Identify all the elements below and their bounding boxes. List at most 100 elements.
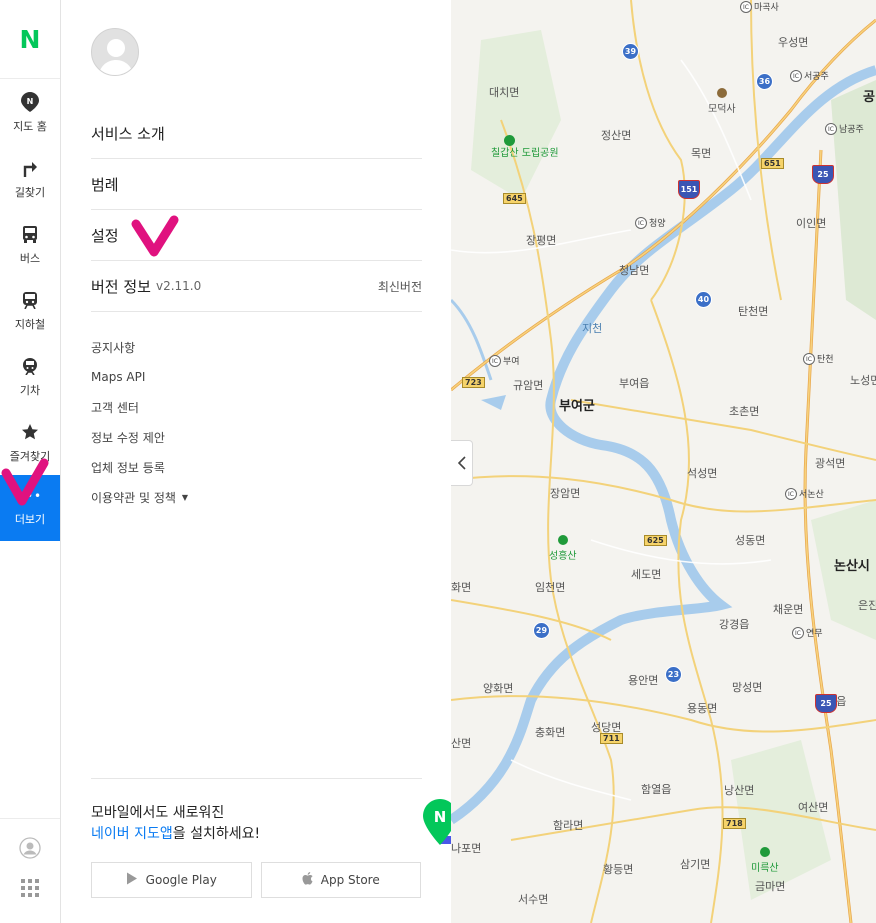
app-store-button[interactable]: App Store (260, 862, 421, 898)
map-label: 노성면 (850, 374, 876, 387)
highway-shield: 25 (812, 165, 834, 184)
map-label: 삼기면 (680, 858, 711, 871)
map-label: 망성면 (732, 681, 763, 694)
google-play-label: Google Play (145, 873, 217, 887)
map-city-label: 공 (863, 90, 875, 105)
map-label: 광석면 (815, 457, 846, 470)
map-label: 성동면 (735, 534, 766, 547)
menu-register-business[interactable]: 업체 정보 등록 (91, 452, 188, 482)
route-shield: 651 (761, 158, 784, 169)
menu-customer-center[interactable]: 고객 센터 (91, 392, 188, 422)
promo-app-link[interactable]: 네이버 지도앱 (91, 826, 173, 842)
menu-legend[interactable]: 범례 (91, 159, 422, 210)
promo-line-1: 모바일에서도 새로워진 (91, 805, 225, 821)
rail-item-label: 기차 (19, 383, 41, 397)
mountain-icon (503, 135, 515, 146)
map-interchange: IC 탄천 (803, 352, 834, 365)
apple-icon (302, 872, 313, 888)
map-label: 화면 (451, 581, 472, 594)
map-label: 황등면 (603, 863, 634, 876)
version-number: v2.11.0 (155, 279, 202, 293)
map-label: 우성면 (778, 36, 809, 49)
menu-settings[interactable]: 설정 (91, 210, 422, 261)
map-interchange: IC 서공주 (790, 69, 829, 82)
map-label-river: 지천 (582, 322, 603, 335)
map-canvas[interactable]: 대치면 정산면 목면 장평면 청남면 이인면 탄천면 규암면 부여읍 초촌면 장… (451, 0, 876, 923)
rail-item-favorites[interactable]: 즐겨찾기 (0, 409, 60, 475)
more-dots-icon: ••• (17, 489, 43, 503)
collapse-panel-button[interactable] (451, 440, 473, 486)
menu-item-label: 서비스 소개 (91, 124, 165, 143)
mountain-icon (759, 847, 770, 857)
menu-terms-policy[interactable]: 이용약관 및 정책 ▼ (91, 482, 188, 512)
map-poi: 칠갑산 도립공원 (491, 135, 559, 160)
subway-icon (19, 289, 41, 311)
menu-item-label: 이용약관 및 정책 (91, 490, 176, 505)
map-label: 양화면 (483, 682, 514, 695)
map-label: 장암면 (550, 487, 581, 500)
train-icon (19, 355, 41, 377)
map-interchange: IC 부여 (489, 354, 520, 367)
apps-grid-icon[interactable] (21, 879, 39, 901)
map-label: 석성면 (687, 467, 718, 480)
avatar[interactable] (91, 28, 139, 76)
route-shield: 711 (600, 733, 623, 744)
promo-line-2-rest: 을 설치하세요! (172, 826, 261, 842)
svg-text:N: N (27, 97, 34, 106)
sub-menu-list: 공지사항 Maps API 고객 센터 정보 수정 제안 업체 정보 등록 이용… (91, 332, 188, 512)
map-poi: 성흥산 (549, 535, 577, 562)
profile-icon[interactable] (19, 837, 41, 863)
menu-item-label: 고객 센터 (91, 400, 139, 415)
store-buttons: Google Play App Store (91, 862, 421, 898)
map-label: 함열읍 (641, 783, 672, 796)
map-label: 초촌면 (729, 405, 760, 418)
rail-item-train[interactable]: 기차 (0, 343, 60, 409)
rail-item-bus[interactable]: 버스 (0, 211, 60, 277)
menu-version-info[interactable]: 버전 정보 v2.11.0 최신버전 (91, 261, 422, 312)
map-label: 탄천면 (738, 305, 769, 318)
rail-item-subway[interactable]: 지하철 (0, 277, 60, 343)
map-interchange: IC 마곡사 (740, 0, 779, 13)
version-status: 최신버전 (377, 279, 422, 294)
menu-suggest-edit[interactable]: 정보 수정 제안 (91, 422, 188, 452)
map-label: 산면 (451, 737, 472, 750)
menu-item-label: 버전 정보 (91, 277, 151, 296)
rail-item-map-home[interactable]: N 지도 홈 (0, 79, 60, 145)
route-shield: 36 (756, 73, 773, 90)
map-label: 세도면 (631, 568, 662, 581)
map-label: 충화면 (535, 726, 566, 739)
map-label: 금마면 (755, 880, 786, 893)
rail-item-label: 길찾기 (14, 185, 46, 199)
map-label: 규암면 (513, 379, 544, 392)
map-label: 목면 (691, 147, 712, 160)
menu-maps-api[interactable]: Maps API (91, 362, 188, 392)
menu-service-intro[interactable]: 서비스 소개 (91, 108, 422, 159)
map-label: 채운면 (773, 603, 804, 616)
rail-item-directions[interactable]: 길찾기 (0, 145, 60, 211)
route-shield: 40 (695, 291, 712, 308)
menu-item-label: 범례 (91, 175, 119, 194)
play-icon (126, 872, 138, 888)
rail-item-label: 더보기 (14, 513, 46, 526)
map-label: 낭산면 (724, 784, 755, 797)
star-icon (19, 421, 41, 443)
rail-item-more[interactable]: ••• 더보기 (0, 475, 60, 541)
menu-item-label: 정보 수정 제안 (91, 430, 165, 445)
svg-text:N: N (434, 808, 447, 826)
menu-item-label: Maps API (91, 370, 146, 384)
map-interchange: IC 서논산 (785, 487, 824, 500)
menu-notice[interactable]: 공지사항 (91, 332, 188, 362)
mountain-icon (557, 535, 568, 545)
app-store-label: App Store (320, 873, 380, 887)
naver-logo[interactable]: N (0, 0, 60, 79)
rail-item-label: 즐겨찾기 (9, 449, 51, 463)
google-play-button[interactable]: Google Play (91, 862, 252, 898)
map-interchange: IC 남공주 (825, 122, 864, 135)
map-label: 청남면 (619, 264, 650, 277)
map-city-label: 부여군 (559, 399, 595, 414)
bus-icon (19, 223, 41, 245)
route-shield: 29 (533, 622, 550, 639)
more-menu-panel: 서비스 소개 범례 설정 버전 정보 v2.11.0 최신버전 공지사항 Map… (61, 0, 512, 923)
app-promo: 모바일에서도 새로워진 네이버 지도앱을 설치하세요! (91, 778, 422, 845)
route-shield: 645 (503, 193, 526, 204)
